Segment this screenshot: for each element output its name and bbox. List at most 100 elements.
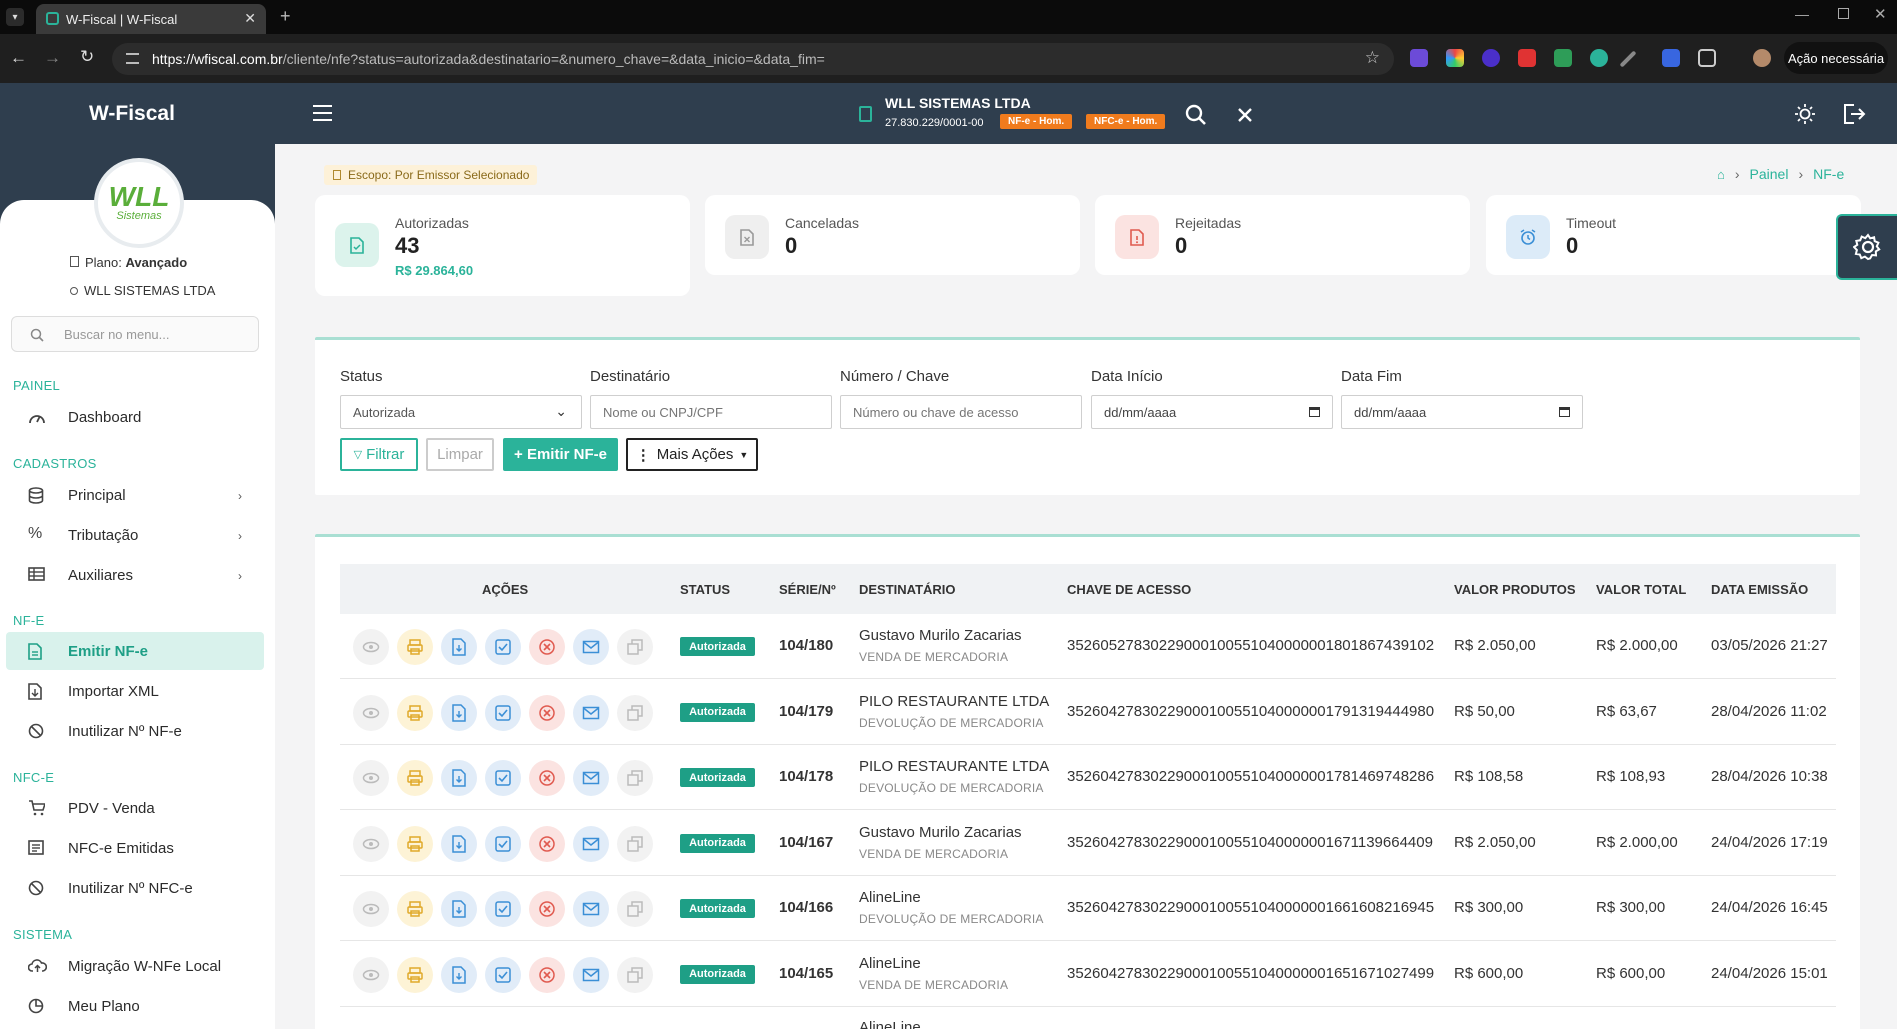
view-button[interactable] — [353, 694, 389, 731]
calendar-icon[interactable] — [1309, 407, 1320, 417]
cancel-nfe-button[interactable] — [529, 629, 565, 665]
extension-star-icon[interactable] — [1482, 49, 1500, 67]
data-inicio-input[interactable]: dd/mm/aaaa — [1091, 395, 1333, 429]
extensions-puzzle-icon[interactable] — [1698, 49, 1716, 67]
view-button[interactable] — [353, 760, 389, 796]
sidebar-item-pdv-venda[interactable]: PDV - Venda — [6, 789, 264, 827]
close-window-icon[interactable]: ✕ — [1874, 5, 1887, 23]
email-button[interactable] — [573, 891, 609, 927]
breadcrumb-painel[interactable]: Painel — [1750, 166, 1789, 182]
site-info-icon[interactable] — [126, 53, 139, 64]
extension-green-circle-icon[interactable] — [1590, 49, 1608, 67]
sidebar-item-migracao[interactable]: Migração W-NFe Local — [6, 947, 264, 985]
duplicate-button[interactable] — [617, 825, 653, 862]
print-button[interactable] — [397, 825, 433, 862]
cancel-nfe-button[interactable] — [529, 891, 565, 927]
restore-icon[interactable] — [1838, 8, 1849, 19]
sidebar-item-nfce-emitidas[interactable]: NFC-e Emitidas — [6, 829, 264, 867]
extension-translate-icon[interactable] — [1662, 49, 1680, 67]
view-button[interactable] — [353, 825, 389, 862]
limpar-button[interactable]: Limpar — [426, 438, 494, 471]
email-button[interactable] — [573, 956, 609, 993]
cancel-nfe-button[interactable] — [529, 956, 565, 993]
extension-purple-icon[interactable] — [1410, 49, 1428, 67]
sidebar-item-inutilizar-nfce[interactable]: Inutilizar Nº NFC-e — [6, 869, 264, 907]
sidebar-item-principal[interactable]: Principal › — [6, 476, 264, 514]
print-button[interactable] — [397, 891, 433, 927]
sidebar-item-meu-plano[interactable]: Meu Plano — [6, 987, 264, 1025]
check-sefaz-button[interactable] — [485, 825, 521, 862]
duplicate-button[interactable] — [617, 694, 653, 731]
download-xml-button[interactable] — [441, 629, 477, 665]
theme-sun-icon[interactable] — [1794, 103, 1816, 125]
cancel-nfe-button[interactable] — [529, 760, 565, 796]
sidebar-item-tributacao[interactable]: % Tributação › — [6, 516, 264, 554]
extension-youtube-icon[interactable] — [1518, 49, 1536, 67]
extension-pen-icon[interactable] — [1619, 50, 1637, 68]
hamburger-icon[interactable] — [313, 105, 332, 121]
extension-new-icon[interactable] — [1554, 49, 1572, 67]
email-button[interactable] — [573, 760, 609, 796]
filtrar-button[interactable]: ▽ Filtrar — [340, 438, 418, 471]
sidebar-item-dashboard[interactable]: Dashboard — [6, 398, 264, 436]
close-tab-icon[interactable]: ✕ — [244, 10, 256, 27]
check-sefaz-button[interactable] — [485, 629, 521, 665]
destinatario-input[interactable] — [590, 395, 832, 429]
extension-color-icon[interactable] — [1446, 49, 1464, 67]
status-select[interactable]: Autorizada ⌄ — [340, 395, 582, 429]
check-sefaz-button[interactable] — [485, 694, 521, 731]
sidebar-item-importar-xml[interactable]: Importar XML — [6, 672, 264, 710]
check-sefaz-button[interactable] — [485, 891, 521, 927]
browser-tab[interactable]: W-Fiscal | W-Fiscal ✕ — [36, 4, 266, 34]
duplicate-button[interactable] — [617, 891, 653, 927]
settings-floating-button[interactable] — [1836, 214, 1897, 280]
new-tab-icon[interactable]: + — [280, 6, 291, 27]
sidebar-item-inutilizar-nfe[interactable]: Inutilizar Nº NF-e — [6, 712, 264, 750]
view-button[interactable] — [353, 891, 389, 927]
search-icon[interactable] — [1185, 104, 1207, 126]
cancel-nfe-button[interactable] — [529, 825, 565, 862]
print-button[interactable] — [397, 629, 433, 665]
data-fim-input[interactable]: dd/mm/aaaa — [1341, 395, 1583, 429]
emitir-nfe-button[interactable]: + Emitir NF-e — [503, 438, 618, 471]
view-button[interactable] — [353, 956, 389, 993]
avatar[interactable] — [1753, 49, 1771, 67]
logout-icon[interactable] — [1842, 103, 1866, 125]
download-xml-button[interactable] — [441, 825, 477, 862]
download-xml-button[interactable] — [441, 694, 477, 731]
back-icon[interactable]: ← — [10, 48, 27, 68]
sidebar-item-auxiliares[interactable]: Auxiliares › — [6, 556, 264, 594]
email-button[interactable] — [573, 825, 609, 862]
profile-action-button[interactable]: Ação necessária — [1784, 42, 1888, 74]
address-bar[interactable]: https://wfiscal.com.br/cliente/nfe?statu… — [112, 43, 1394, 75]
bookmark-star-icon[interactable]: ☆ — [1365, 48, 1380, 68]
cancel-nfe-button[interactable] — [529, 694, 565, 731]
minimize-icon[interactable]: — — [1795, 6, 1809, 22]
email-button[interactable] — [573, 694, 609, 731]
print-button[interactable] — [397, 694, 433, 731]
check-sefaz-button[interactable] — [485, 956, 521, 993]
download-xml-button[interactable] — [441, 891, 477, 927]
print-button[interactable] — [397, 956, 433, 993]
print-button[interactable] — [397, 760, 433, 796]
stat-card-autorizadas[interactable]: Autorizadas 43 R$ 29.864,60 — [315, 195, 690, 296]
mais-acoes-button[interactable]: ⋮ Mais Ações ▼ — [626, 438, 758, 471]
duplicate-button[interactable] — [617, 760, 653, 796]
duplicate-button[interactable] — [617, 956, 653, 993]
menu-search-input[interactable]: Buscar no menu... — [11, 316, 259, 352]
stat-card-timeout[interactable]: Timeout 0 — [1486, 195, 1861, 275]
numero-chave-input[interactable] — [840, 395, 1082, 429]
duplicate-button[interactable] — [617, 629, 653, 665]
check-sefaz-button[interactable] — [485, 760, 521, 796]
download-xml-button[interactable] — [441, 956, 477, 993]
home-icon[interactable]: ⌂ — [1717, 167, 1725, 182]
stat-card-rejeitadas[interactable]: Rejeitadas 0 — [1095, 195, 1470, 275]
forward-icon[interactable]: → — [44, 48, 61, 68]
view-button[interactable] — [353, 629, 389, 665]
close-icon[interactable] — [1237, 107, 1253, 123]
email-button[interactable] — [573, 629, 609, 665]
tab-list-button[interactable]: ▾ — [6, 8, 24, 26]
reload-icon[interactable]: ↻ — [80, 47, 94, 67]
sidebar-item-emitir-nfe[interactable]: Emitir NF-e — [6, 632, 264, 670]
calendar-icon[interactable] — [1559, 407, 1570, 417]
